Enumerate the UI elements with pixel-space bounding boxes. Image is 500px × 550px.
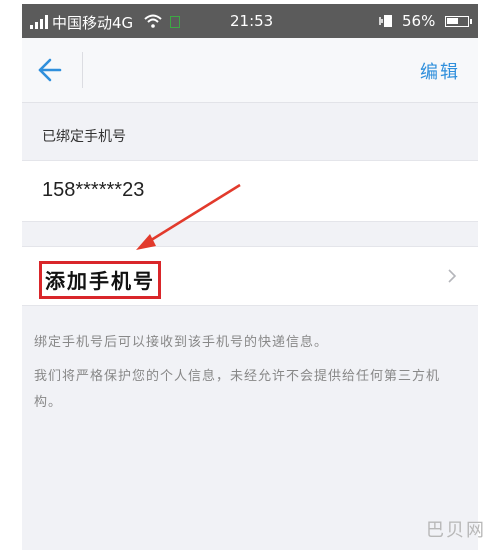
edit-button[interactable]: 编辑 (420, 58, 460, 84)
vibrate-icon (379, 15, 392, 27)
signal-icon (30, 15, 48, 29)
sim-icon (170, 16, 180, 28)
carrier-text: 中国移动4G (52, 14, 134, 32)
back-arrow-icon[interactable] (32, 52, 68, 88)
nav-divider (82, 52, 83, 88)
phone-screen: 中国移动4G 21:53 56% 编辑 已绑定手机号 158******23 添… (22, 4, 478, 550)
clock: 21:53 (230, 12, 274, 30)
top-nav-bar: 编辑 (22, 38, 478, 103)
status-bar: 中国移动4G 21:53 56% (22, 4, 478, 38)
bound-phone-section-label: 已绑定手机号 (42, 129, 126, 145)
bound-phone-row: 158******23 (22, 160, 478, 222)
watermark: 巴贝网 (426, 520, 486, 541)
add-phone-label: 添加手机号 (39, 261, 161, 299)
info-text-receive-express: 绑定手机号后可以接收到该手机号的快递信息。 (34, 335, 329, 350)
info-text-privacy: 我们将严格保护您的个人信息，未经允许不会提供给任何第三方机构。 (34, 369, 441, 410)
bound-phone-number: 158******23 (42, 179, 145, 201)
wifi-icon (144, 14, 162, 28)
chevron-right-icon (448, 269, 457, 283)
add-phone-row[interactable]: 添加手机号 (22, 246, 478, 306)
battery-icon (445, 16, 472, 27)
battery-percent: 56% (402, 12, 436, 30)
